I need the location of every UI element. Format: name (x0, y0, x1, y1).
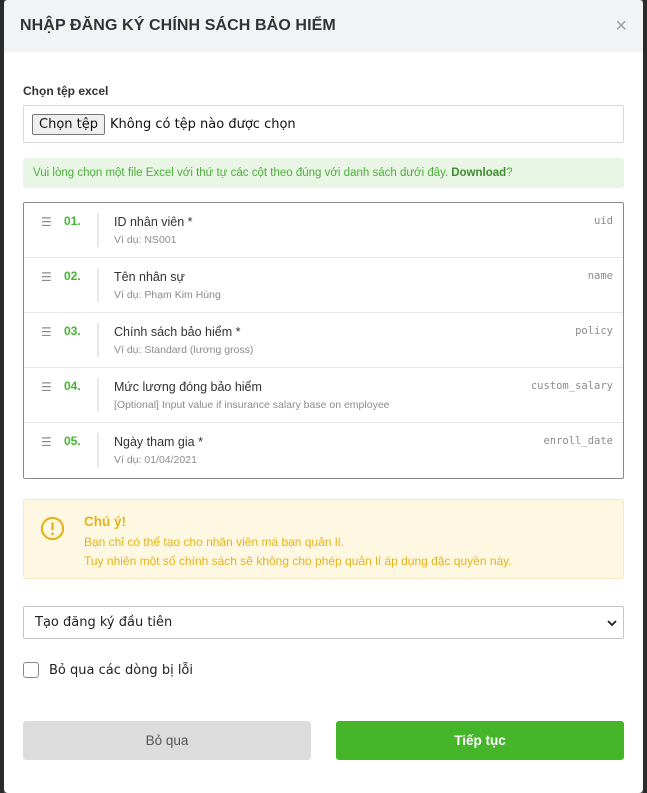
choose-file-button[interactable]: Chọn tệp (32, 113, 105, 135)
divider (97, 378, 99, 412)
column-number: 03. (64, 324, 81, 338)
modal-title: NHẬP ĐĂNG KÝ CHÍNH SÁCH BẢO HIỂM (20, 17, 336, 34)
divider (97, 433, 99, 468)
divider (97, 323, 99, 357)
column-number: 02. (64, 269, 81, 283)
skip-errors-row: Bỏ qua các dòng bị lỗi (23, 662, 624, 678)
warning-text: Tuy nhiên một số chính sách sẽ không cho… (84, 554, 512, 568)
file-status-text: Không có tệp nào được chọn (110, 116, 296, 132)
drag-handle-icon[interactable]: ☰ (41, 380, 52, 394)
skip-errors-label[interactable]: Bỏ qua các dòng bị lỗi (49, 663, 193, 678)
column-number: 04. (64, 379, 81, 393)
hint-suffix: ? (506, 167, 513, 179)
column-example: [Optional] Input value if insurance sala… (114, 399, 390, 411)
list-item[interactable]: ☰ 01. ID nhân viên * Ví dụ: NS001 uid (24, 203, 623, 258)
exclamation-circle-icon (40, 516, 65, 541)
backdrop-right (643, 0, 647, 793)
column-key: enroll_date (543, 435, 613, 447)
column-key: uid (594, 215, 613, 227)
chevron-down-icon (607, 619, 617, 626)
list-item[interactable]: ☰ 03. Chính sách bảo hiểm * Ví dụ: Stand… (24, 313, 623, 368)
warning-text: Bạn chỉ có thể tạo cho nhân viên mà bạn … (84, 535, 345, 549)
column-title: Tên nhân sự (114, 270, 185, 284)
column-key: custom_salary (530, 380, 613, 392)
divider (97, 213, 99, 247)
format-hint: Vui lòng chọn một file Excel với thứ tự … (23, 158, 624, 188)
list-item[interactable]: ☰ 04. Mức lương đóng bảo hiểm [Optional]… (24, 368, 623, 423)
column-example: Ví dụ: Standard (lương gross) (114, 344, 254, 356)
column-title: Chính sách bảo hiểm * (114, 325, 241, 339)
column-key: name (587, 270, 613, 282)
column-example: Ví dụ: NS001 (114, 234, 177, 246)
divider (97, 268, 99, 302)
drag-handle-icon[interactable]: ☰ (41, 270, 52, 284)
file-input[interactable]: Chọn tệp Không có tệp nào được chọn (23, 105, 624, 143)
registration-mode-select[interactable]: Tạo đăng ký đầu tiên (23, 606, 624, 639)
list-item[interactable]: ☰ 02. Tên nhân sự Ví dụ: Phạm Kim Hùng n… (24, 258, 623, 313)
drag-handle-icon[interactable]: ☰ (41, 435, 52, 449)
hint-text: Vui lòng chọn một file Excel với thứ tự … (33, 167, 449, 179)
cancel-button[interactable]: Bỏ qua (23, 721, 311, 760)
warning-title: Chú ý! (84, 514, 126, 529)
skip-errors-checkbox[interactable] (23, 662, 39, 678)
column-key: policy (575, 325, 613, 337)
close-icon[interactable]: × (615, 16, 627, 36)
column-order-list: ☰ 01. ID nhân viên * Ví dụ: NS001 uid ☰ … (23, 202, 624, 479)
modal-body: Chọn tệp excel Chọn tệp Không có tệp nào… (4, 84, 643, 678)
column-title: Ngày tham gia * (114, 435, 203, 449)
drag-handle-icon[interactable]: ☰ (41, 215, 52, 229)
column-title: ID nhân viên * (114, 215, 193, 229)
column-title: Mức lương đóng bảo hiểm (114, 380, 262, 394)
warning-notice: Chú ý! Bạn chỉ có thể tạo cho nhân viên … (23, 499, 624, 579)
modal-actions: Bỏ qua Tiếp tục (23, 721, 624, 760)
column-example: Ví dụ: Phạm Kim Hùng (114, 289, 221, 301)
continue-button[interactable]: Tiếp tục (336, 721, 624, 760)
import-insurance-modal: NHẬP ĐĂNG KÝ CHÍNH SÁCH BẢO HIỂM × Chọn … (4, 0, 643, 793)
file-field-label: Chọn tệp excel (23, 84, 109, 98)
list-item[interactable]: ☰ 05. Ngày tham gia * Ví dụ: 01/04/2021 … (24, 423, 623, 478)
column-number: 01. (64, 214, 81, 228)
drag-handle-icon[interactable]: ☰ (41, 325, 52, 339)
modal-header: NHẬP ĐĂNG KÝ CHÍNH SÁCH BẢO HIỂM × (4, 0, 643, 52)
select-value: Tạo đăng ký đầu tiên (35, 615, 173, 630)
column-example: Ví dụ: 01/04/2021 (114, 454, 197, 466)
download-template-link[interactable]: Download (451, 167, 506, 179)
column-number: 05. (64, 434, 81, 448)
